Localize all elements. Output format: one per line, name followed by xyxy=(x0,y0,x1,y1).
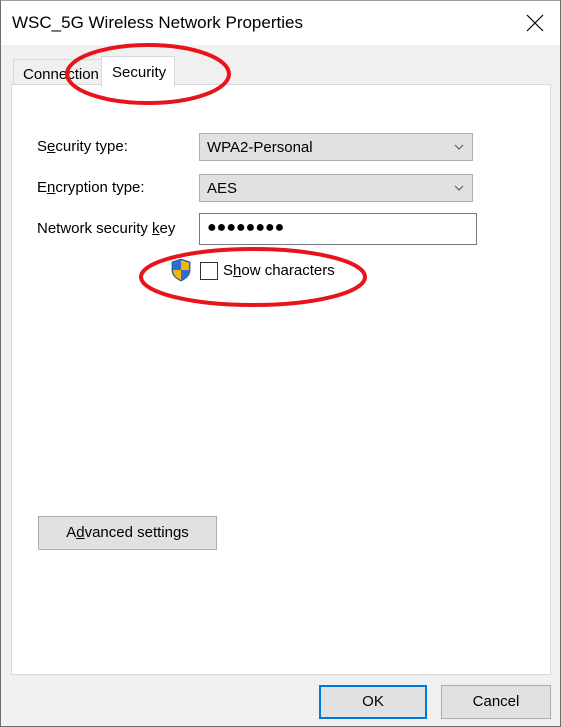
properties-dialog: WSC_5G Wireless Network Properties Conne… xyxy=(0,0,561,727)
security-type-dropdown[interactable]: WPA2-Personal xyxy=(199,133,473,161)
close-icon xyxy=(526,14,544,32)
network-key-input[interactable]: ●●●●●●●● xyxy=(199,213,477,245)
tab-security[interactable]: Security xyxy=(101,56,175,87)
security-type-label: Security type: xyxy=(37,138,128,155)
chevron-down-icon xyxy=(454,185,464,191)
network-key-label: Network security key xyxy=(37,220,176,237)
security-panel: Security type: WPA2-Personal Encryption … xyxy=(11,84,551,675)
advanced-settings-button[interactable]: Advanced settings xyxy=(38,516,217,550)
tab-security-label: Security xyxy=(112,64,167,81)
title-bar: WSC_5G Wireless Network Properties xyxy=(1,1,560,45)
window-title: WSC_5G Wireless Network Properties xyxy=(12,13,303,32)
show-characters-checkbox[interactable] xyxy=(200,262,218,280)
network-key-value: ●●●●●●●● xyxy=(207,219,285,236)
ok-button[interactable]: OK xyxy=(319,685,427,719)
encryption-type-label: Encryption type: xyxy=(37,179,145,196)
show-characters-label[interactable]: Show characters xyxy=(223,262,335,279)
close-button[interactable] xyxy=(523,11,547,35)
encryption-type-dropdown[interactable]: AES xyxy=(199,174,473,202)
uac-shield-icon xyxy=(171,258,191,282)
tab-connection[interactable]: Connection xyxy=(13,59,103,86)
tab-connection-label: Connection xyxy=(23,66,99,83)
chevron-down-icon xyxy=(454,144,464,150)
security-type-value: WPA2-Personal xyxy=(207,139,313,156)
encryption-type-value: AES xyxy=(207,180,238,197)
cancel-button[interactable]: Cancel xyxy=(441,685,551,719)
